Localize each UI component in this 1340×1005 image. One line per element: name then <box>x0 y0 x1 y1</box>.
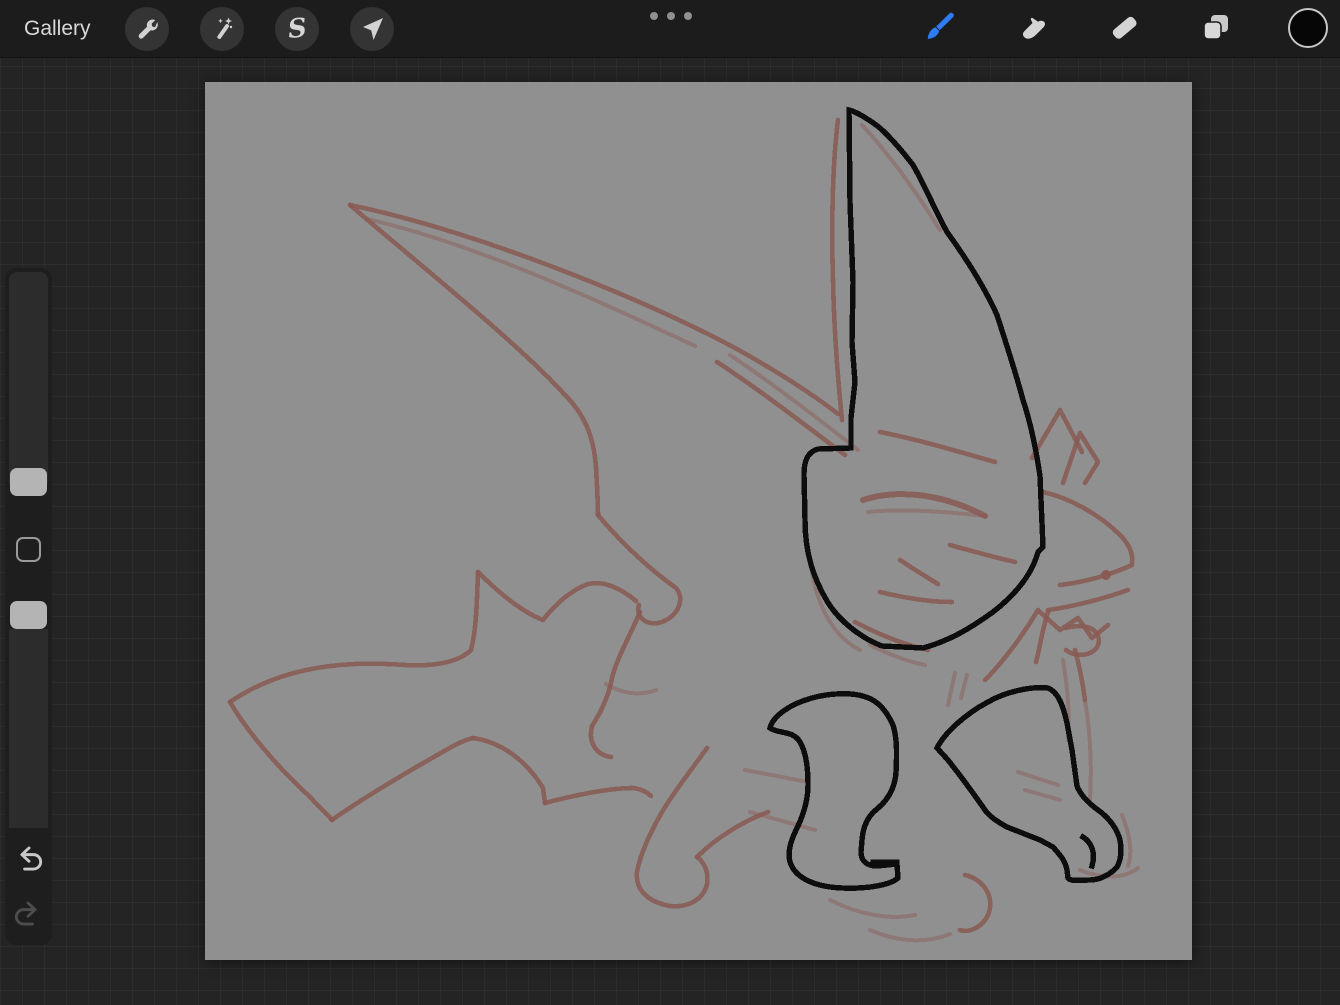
ellipsis-icon <box>650 12 658 20</box>
eraser-icon <box>1107 10 1141 49</box>
top-toolbar: Gallery <box>0 0 1340 58</box>
undo-icon <box>13 861 44 878</box>
redo-button[interactable] <box>13 898 44 929</box>
actions-button[interactable] <box>125 7 169 51</box>
magic-wand-icon <box>208 15 236 43</box>
gallery-button[interactable]: Gallery <box>24 0 91 58</box>
artwork <box>205 82 1192 960</box>
wrench-icon <box>133 15 161 43</box>
brush-opacity-slider[interactable] <box>9 629 48 828</box>
drawing-canvas[interactable] <box>205 82 1192 960</box>
procreate-app: Gallery <box>0 0 1340 1005</box>
s-curve-icon: S <box>286 15 307 43</box>
ellipsis-icon <box>667 12 675 20</box>
modify-button[interactable] <box>16 537 41 562</box>
transform-button[interactable] <box>350 7 394 51</box>
layers-button[interactable] <box>1199 12 1233 46</box>
layers-icon <box>1199 10 1233 49</box>
smudge-tool-button[interactable] <box>1016 12 1050 46</box>
redo-icon <box>13 916 44 933</box>
sketch-layer <box>230 120 1138 940</box>
adjustments-button[interactable] <box>200 7 244 51</box>
color-swatch[interactable] <box>1288 8 1328 48</box>
eye-dot <box>1101 570 1111 580</box>
brush-opacity-handle[interactable] <box>10 601 47 629</box>
arrow-cursor-icon <box>358 15 386 43</box>
side-toolbar <box>5 268 52 945</box>
selections-button[interactable]: S <box>275 7 319 51</box>
ellipsis-icon <box>684 12 692 20</box>
brush-icon <box>923 10 957 49</box>
brush-size-slider[interactable] <box>9 272 48 484</box>
brush-size-handle[interactable] <box>10 468 47 496</box>
smudge-icon <box>1016 10 1050 49</box>
undo-button[interactable] <box>13 843 44 874</box>
canvas-options-button[interactable] <box>650 12 694 22</box>
eraser-tool-button[interactable] <box>1107 12 1141 46</box>
paint-tool-button[interactable] <box>923 12 957 46</box>
